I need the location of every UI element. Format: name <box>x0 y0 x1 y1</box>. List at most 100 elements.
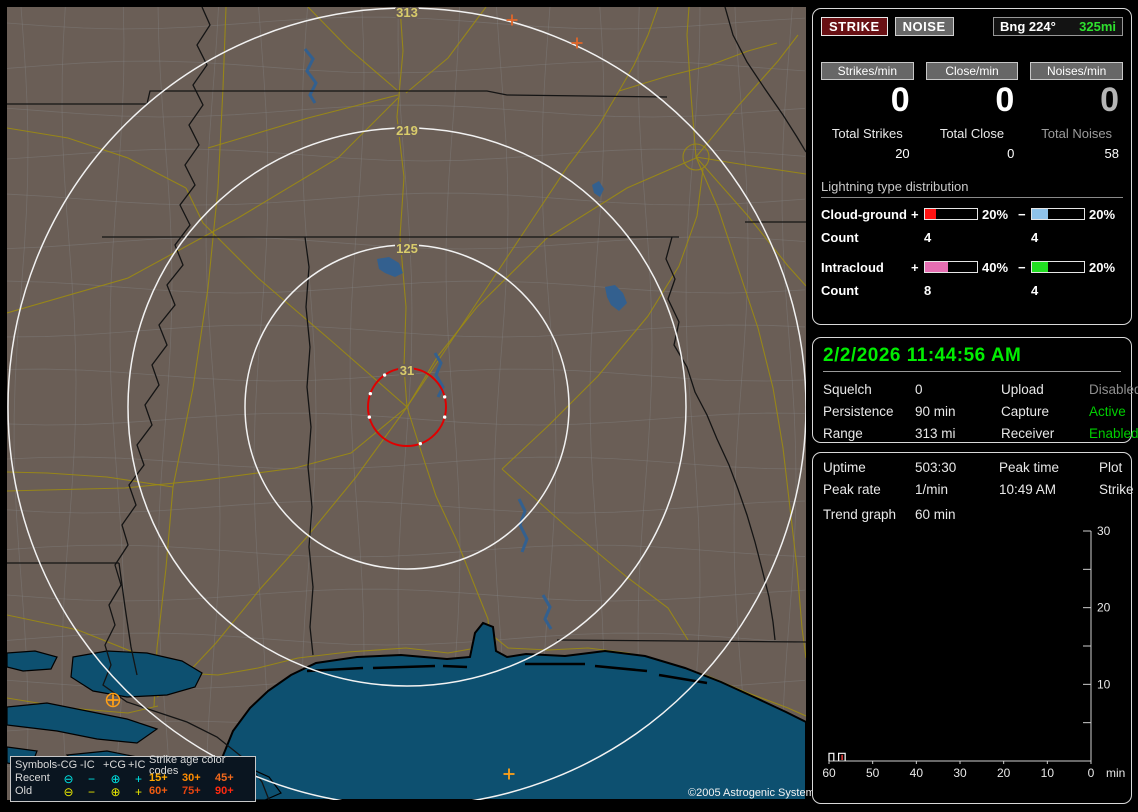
cloud-ground-label: Cloud-ground <box>821 206 907 222</box>
trend-panel: Uptime 503:30 Peak time Plot Peak rate 1… <box>812 452 1134 804</box>
range-value: 313 mi <box>915 426 956 441</box>
receiver-label: Receiver <box>1001 426 1055 441</box>
total-close-value: 0 <box>1007 145 1015 161</box>
legend-header-nic: -IC <box>80 759 95 771</box>
peak-time-label: Peak time <box>999 460 1060 475</box>
map-canvas[interactable]: 313 219 125 31 <box>7 7 806 800</box>
age-60: 60+ <box>149 785 168 797</box>
age-15: 15+ <box>149 772 168 784</box>
plus-sign: + <box>911 206 919 222</box>
noises-per-min-column: Noises/min 0 Total Noises 58 <box>1030 62 1123 161</box>
age-75: 75+ <box>182 785 201 797</box>
age-90: 90+ <box>215 785 234 797</box>
range-ring-label: 219 <box>396 123 418 138</box>
upload-label: Upload <box>1001 382 1044 397</box>
squelch-label: Squelch <box>823 382 872 397</box>
noises-per-min-chip[interactable]: Noises/min <box>1030 62 1123 80</box>
strike-button[interactable]: STRIKE <box>821 17 888 36</box>
close-per-min-value: 0 <box>995 81 1015 119</box>
legend-row-old-label: Old <box>15 785 33 797</box>
noise-button[interactable]: NOISE <box>894 17 954 36</box>
symbol-legend: Symbols -CG -IC +CG +IC Strike age color… <box>10 754 256 802</box>
intracloud-count-row: Count 8 4 <box>821 283 1123 298</box>
range-ring-label: 31 <box>400 363 414 378</box>
minus-sign: − <box>1018 259 1026 275</box>
svg-text:40: 40 <box>910 766 924 780</box>
neg-ic-recent-icon: − <box>87 771 95 786</box>
peak-time-value: 10:49 AM <box>999 482 1057 497</box>
ic-minus-pct: 20% <box>1089 259 1116 275</box>
peak-rate-label: Peak rate <box>823 482 881 497</box>
uptime-value: 503:30 <box>915 460 957 475</box>
intracloud-label: Intracloud <box>821 259 884 275</box>
svg-text:20: 20 <box>997 766 1011 780</box>
copyright-text: ©2005 Astrogenic Systems <box>688 787 821 799</box>
pos-cg-old-icon: ⊕ <box>110 784 121 799</box>
strikes-per-min-column: Strikes/min 0 Total Strikes 20 <box>821 62 914 161</box>
plot-value: Strike <box>1099 482 1134 497</box>
svg-text:60: 60 <box>823 766 836 780</box>
svg-text:20: 20 <box>1097 601 1111 615</box>
close-per-min-column: Close/min 0 Total Close 0 <box>925 62 1019 161</box>
strike-stats-panel: STRIKE NOISE Bng 224° 325mi Strikes/min … <box>812 8 1132 325</box>
legend-header-ncg: -CG <box>57 759 78 771</box>
receiver-value: Enabled <box>1089 426 1138 441</box>
trend-graph-label: Trend graph <box>823 507 897 522</box>
pos-cg-recent-icon: ⊕ <box>110 771 121 786</box>
age-30: 30+ <box>182 772 201 784</box>
noises-per-min-value: 0 <box>1100 81 1119 119</box>
ic-plus-pct: 40% <box>982 259 1009 275</box>
svg-text:min: min <box>1106 766 1125 780</box>
trend-graph[interactable]: 10 20 30 60 50 40 30 20 10 0 min <box>823 525 1127 783</box>
ic-plus-count: 8 <box>924 282 932 298</box>
close-per-min-chip[interactable]: Close/min <box>925 62 1019 80</box>
strikes-per-min-chip[interactable]: Strikes/min <box>821 62 914 80</box>
range-ring-label: 125 <box>396 241 418 256</box>
bearing-range-value: 325mi <box>1079 19 1116 34</box>
svg-text:0: 0 <box>1088 766 1095 780</box>
total-strikes-value: 20 <box>895 145 910 161</box>
svg-text:10: 10 <box>1041 766 1055 780</box>
upload-value: Disabled <box>1089 382 1138 397</box>
persistence-value: 90 min <box>915 404 956 419</box>
total-noises-label: Total Noises <box>1041 125 1113 141</box>
intracloud-row: Intracloud + 40% − 20% <box>821 260 1123 275</box>
legend-header-pic: +IC <box>128 759 146 771</box>
plus-sign: + <box>911 259 919 275</box>
neg-cg-recent-icon: ⊖ <box>63 771 74 786</box>
map-area[interactable]: 313 219 125 31 <box>7 7 806 800</box>
cg-plus-pct: 20% <box>982 206 1009 222</box>
total-close-label: Total Close <box>939 125 1005 141</box>
neg-ic-old-icon: − <box>87 784 95 799</box>
strike-symbol-plus-cg <box>105 692 121 708</box>
cg-minus-pct: 20% <box>1089 206 1116 222</box>
cloud-ground-row: Cloud-ground + 20% − 20% <box>821 207 1123 222</box>
ic-minus-count: 4 <box>1031 282 1039 298</box>
squelch-value: 0 <box>915 382 923 397</box>
svg-text:30: 30 <box>1097 525 1111 538</box>
ic-plus-bar <box>924 261 978 274</box>
age-45: 45+ <box>215 772 234 784</box>
receiver-status-panel: 2/2/2026 11:44:56 AM Squelch 0 Upload Di… <box>812 337 1138 443</box>
strikes-per-min-value: 0 <box>890 81 910 119</box>
range-ring-label: 313 <box>396 7 418 20</box>
svg-text:30: 30 <box>953 766 967 780</box>
trend-graph-window: 60 min <box>915 507 956 522</box>
bearing-indicator: Bng 224° 325mi <box>993 17 1123 36</box>
cg-plus-bar <box>924 208 978 221</box>
count-label: Count <box>821 282 859 298</box>
datetime-display: 2/2/2026 11:44:56 AM <box>823 345 1121 372</box>
persistence-label: Persistence <box>823 404 894 419</box>
pos-ic-old-icon: + <box>134 784 142 799</box>
cloud-ground-count-row: Count 4 4 <box>821 230 1123 245</box>
neg-cg-old-icon: ⊖ <box>63 784 74 799</box>
ic-minus-bar <box>1031 261 1085 274</box>
minus-sign: − <box>1018 206 1026 222</box>
legend-header-pcg: +CG <box>103 759 126 771</box>
cg-minus-bar <box>1031 208 1085 221</box>
count-label: Count <box>821 229 859 245</box>
plot-label: Plot <box>1099 460 1123 475</box>
bearing-value: Bng 224° <box>1000 19 1056 34</box>
total-strikes-label: Total Strikes <box>831 125 903 141</box>
capture-label: Capture <box>1001 404 1050 419</box>
